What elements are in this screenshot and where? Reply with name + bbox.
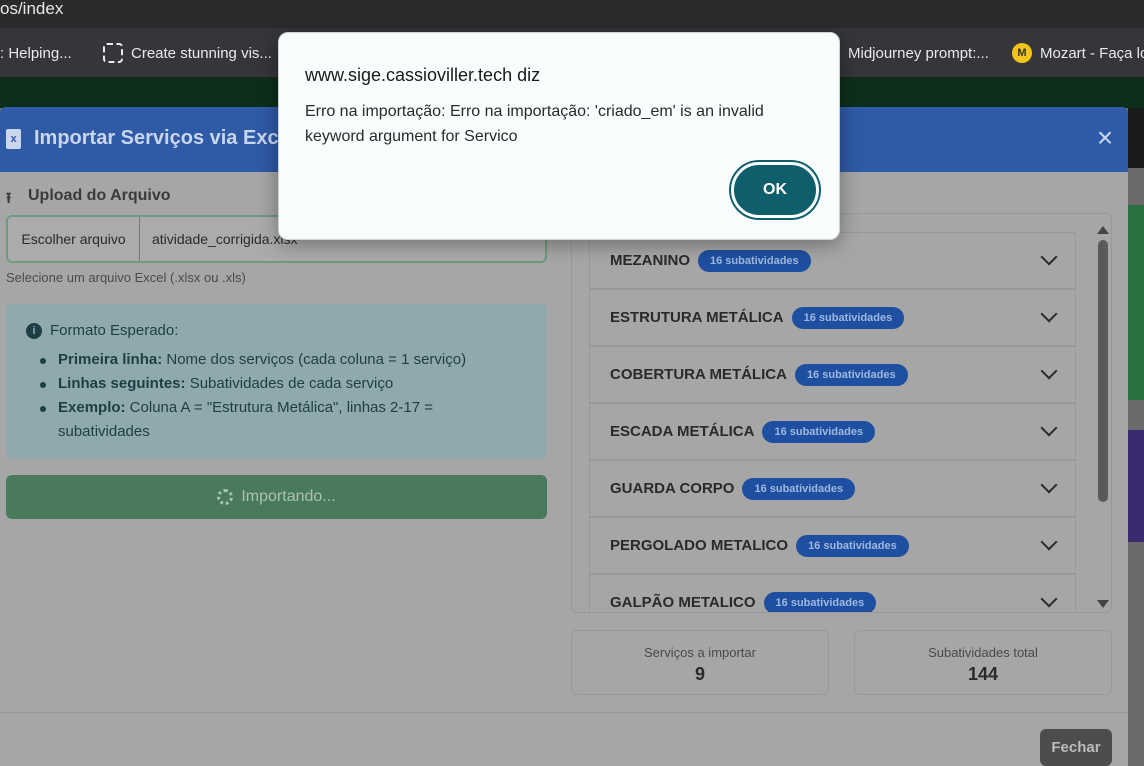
subactivity-count-badge: 16 subatividades (796, 534, 909, 557)
service-accordion-item[interactable]: PERGOLADO METALICO 16 subatividades (589, 517, 1076, 574)
loading-spinner-icon (217, 489, 234, 505)
modal-close-button[interactable]: × (1092, 124, 1118, 152)
page-background-panel (1128, 108, 1144, 168)
bookmark-mozart[interactable]: M Mozart - Faça lo (1012, 28, 1144, 78)
stat-services-card: Serviços a importar 9 (571, 630, 829, 695)
modal-title: Importar Serviços via Excel (34, 127, 296, 149)
page-background-card (1128, 430, 1144, 542)
excel-file-icon: x (6, 129, 21, 149)
service-name: MEZANINO (610, 252, 690, 269)
stat-value: 144 (967, 664, 999, 684)
frame-icon (103, 43, 123, 63)
info-title: i Formato Esperado: (26, 322, 178, 339)
url-text: os/index (0, 0, 64, 18)
chevron-down-icon[interactable] (1040, 533, 1058, 551)
info-list: Primeira linha: Nome dos serviços (cada … (40, 348, 520, 444)
chevron-down-icon[interactable] (1040, 476, 1058, 494)
bookmark-label: Midjourney prompt:... (848, 44, 989, 62)
selected-file-name: atividade_corrigida.xlsx (152, 231, 298, 247)
info-item-key: Primeira linha: (58, 351, 163, 368)
bookmark-helping[interactable]: : Helping... (0, 28, 72, 78)
info-title-text: Formato Esperado: (50, 322, 179, 339)
subactivity-count-badge: 16 subatividades (762, 420, 876, 443)
service-name: GUARDA CORPO (610, 480, 735, 497)
upload-label-text: Upload do Arquivo (28, 187, 171, 204)
service-accordion-item[interactable]: ESCADA METÁLICA 16 subatividades (589, 403, 1076, 460)
service-accordion-item[interactable]: COBERTURA METÁLICA 16 subatividades (589, 346, 1076, 403)
subactivity-count-badge: 16 subatividades (763, 591, 877, 612)
chevron-down-icon[interactable] (1040, 590, 1058, 608)
service-accordion-item[interactable]: ESTRUTURA METÁLICA 16 subatividades (589, 289, 1076, 346)
choose-file-button[interactable]: Escolher arquivo (8, 217, 140, 261)
chevron-down-icon[interactable] (1040, 419, 1058, 437)
service-accordion-item[interactable]: MEZANINO 16 subatividades (589, 232, 1076, 289)
address-bar[interactable]: os/index (0, 0, 1144, 28)
upload-icon: ⭱ (6, 190, 12, 207)
bookmark-midjourney[interactable]: Midjourney prompt:... (848, 28, 989, 78)
service-accordion-item[interactable]: GUARDA CORPO 16 subatividades (589, 460, 1076, 517)
alert-dialog: www.sige.cassioviller.tech diz Erro na i… (278, 32, 840, 240)
import-button[interactable]: Importando... (6, 475, 547, 519)
stat-label: Serviços a importar (644, 645, 756, 660)
stat-value: 9 (694, 664, 705, 684)
chevron-down-icon[interactable] (1040, 362, 1058, 380)
info-item: Exemplo: Coluna A = "Estrutura Metálica"… (40, 396, 520, 444)
alert-title: www.sige.cassioviller.tech diz (305, 65, 541, 85)
mozart-icon: M (1012, 43, 1032, 63)
bookmark-label: Create stunning vis... (131, 44, 272, 62)
bookmark-label: : Helping... (0, 44, 72, 62)
service-name: ESTRUTURA METÁLICA (610, 309, 784, 326)
bookmark-label: Mozart - Faça lo (1040, 44, 1144, 62)
scroll-down-arrow-icon[interactable] (1097, 600, 1109, 608)
file-help-text: Selecione um arquivo Excel (.xlsx ou .xl… (6, 270, 246, 285)
subactivity-count-badge: 16 subatividades (698, 249, 811, 272)
subactivity-count-badge: 16 subatividades (742, 477, 856, 500)
services-preview-list[interactable]: MEZANINO 16 subatividades ESTRUTURA METÁ… (571, 213, 1112, 613)
format-info-box: i Formato Esperado: Primeira linha: Nome… (6, 304, 547, 459)
info-item-key: Linhas seguintes: (58, 375, 186, 392)
stat-label: Subatividades total (928, 645, 1038, 660)
info-item-text: Nome dos serviços (cada coluna = 1 servi… (162, 351, 467, 368)
bookmark-create-stunning[interactable]: Create stunning vis... (103, 28, 272, 78)
service-name: COBERTURA METÁLICA (610, 366, 787, 383)
modal-footer-divider (0, 712, 1128, 713)
page-background-card (1128, 205, 1144, 400)
alert-message: Erro na importação: Erro na importação: … (305, 103, 764, 145)
service-name: PERGOLADO METALICO (610, 537, 789, 554)
alert-ok-button[interactable]: OK (731, 162, 819, 218)
stat-subactivities-card: Subatividades total 144 (854, 630, 1112, 695)
info-icon: i (26, 322, 42, 339)
service-name: ESCADA METÁLICA (610, 423, 755, 440)
chevron-down-icon[interactable] (1040, 248, 1058, 266)
import-button-label: Importando... (241, 488, 336, 505)
upload-section-label: ⭱ Upload do Arquivo (6, 187, 171, 207)
subactivity-count-badge: 16 subatividades (794, 363, 908, 386)
scrollbar-thumb[interactable] (1098, 240, 1108, 502)
subactivity-count-badge: 16 subatividades (791, 306, 905, 329)
close-modal-button[interactable]: Fechar (1040, 729, 1112, 766)
service-accordion-item[interactable]: GALPÃO METALICO 16 subatividades (589, 574, 1076, 612)
info-item: Linhas seguintes: Subatividades de cada … (40, 372, 520, 396)
info-item-text: Subatividades de cada serviço (185, 375, 394, 392)
scroll-up-arrow-icon[interactable] (1097, 226, 1109, 234)
chevron-down-icon[interactable] (1040, 305, 1058, 323)
info-item: Primeira linha: Nome dos serviços (cada … (40, 348, 520, 372)
info-item-key: Exemplo: (58, 399, 126, 416)
service-name: GALPÃO METALICO (610, 594, 756, 611)
